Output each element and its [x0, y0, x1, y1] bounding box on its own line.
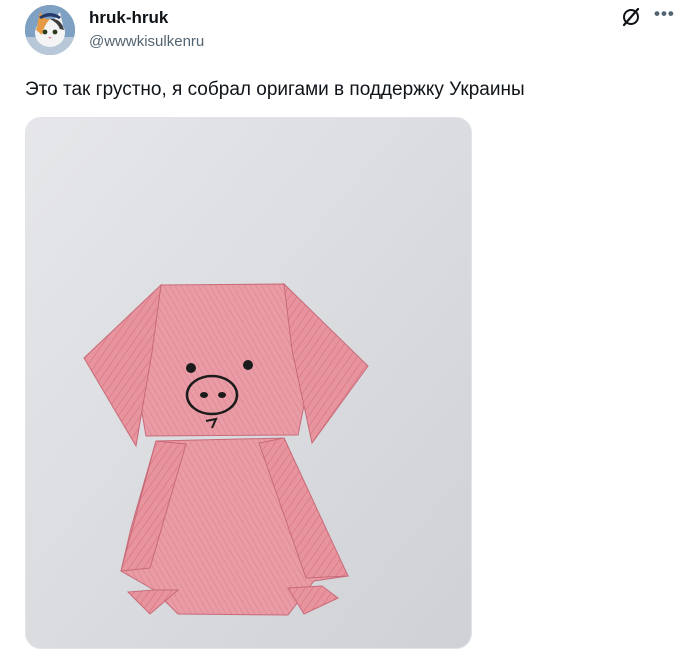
avatar[interactable] [25, 5, 75, 55]
grok-slash-icon[interactable] [620, 6, 642, 33]
user-handle[interactable]: @wwwkisulkenru [89, 33, 204, 50]
display-name[interactable]: hruk-hruk [89, 8, 168, 28]
more-horizontal-icon[interactable]: ••• [654, 4, 675, 24]
cat-avatar-icon [25, 5, 75, 55]
tweet-text: Это так грустно, я собрал оригами в подд… [25, 79, 525, 100]
tweet-photo[interactable] [25, 117, 472, 649]
origami-pig-image [26, 118, 471, 648]
